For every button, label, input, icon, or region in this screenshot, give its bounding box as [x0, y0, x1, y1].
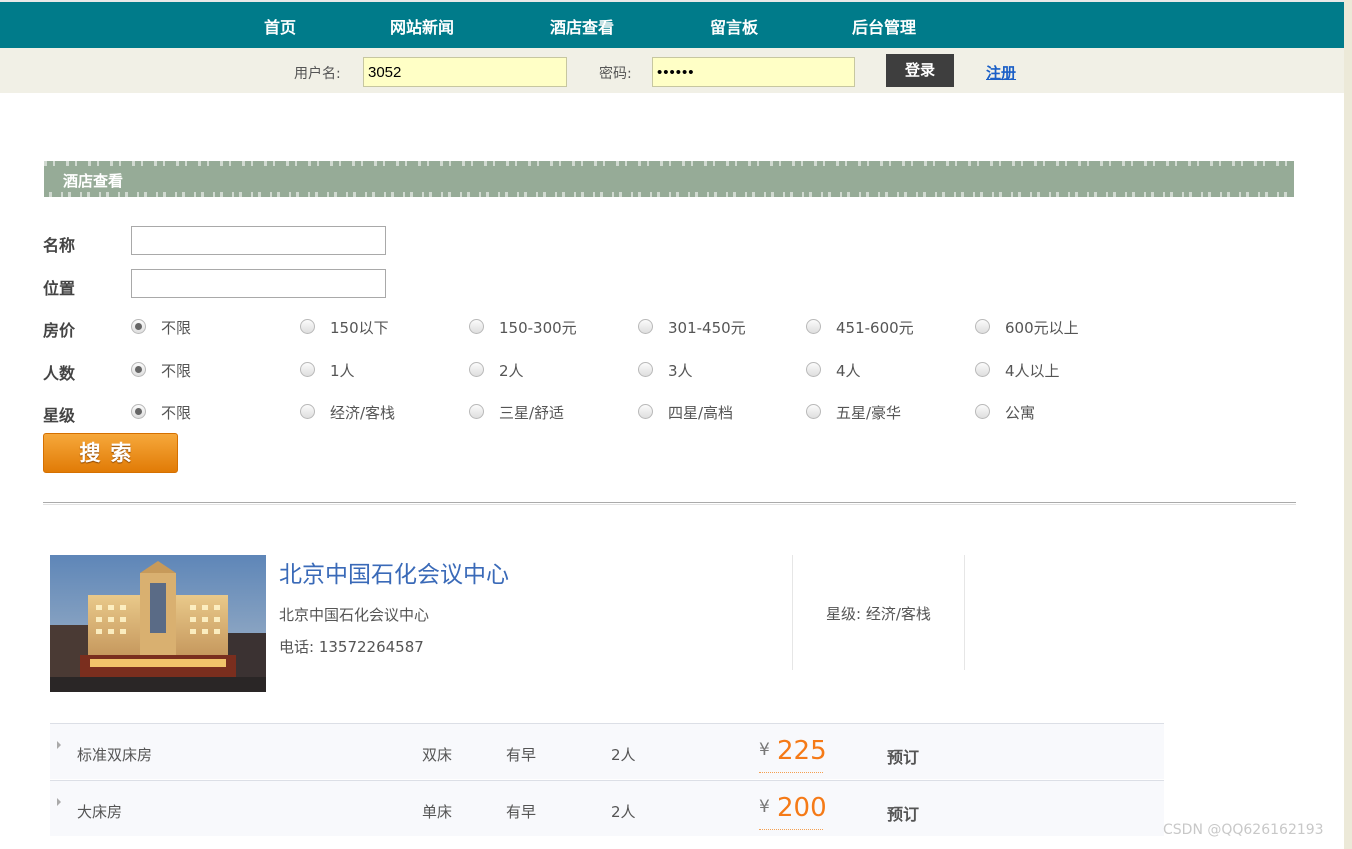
- room-row: 标准双床房 双床 有早 2人 ¥ 225 预订: [50, 723, 1164, 779]
- username-input[interactable]: [363, 57, 567, 87]
- register-link[interactable]: 注册: [986, 62, 1016, 83]
- radio-selected-icon[interactable]: [131, 404, 146, 419]
- radio-icon[interactable]: [806, 404, 821, 419]
- hotel-building-image: [50, 555, 266, 692]
- radio-icon[interactable]: [975, 319, 990, 334]
- radio-selected-icon[interactable]: [131, 319, 146, 334]
- radio-icon[interactable]: [469, 362, 484, 377]
- people-label: 人数: [43, 364, 76, 383]
- window-scrollbar[interactable]: [1344, 0, 1352, 849]
- book-button[interactable]: 预订: [887, 801, 919, 825]
- radio-icon[interactable]: [638, 404, 653, 419]
- room-row: 大床房 单床 有早 2人 ¥ 200 预订: [50, 780, 1164, 836]
- star-label: 星级: [43, 406, 76, 425]
- section-title: 酒店查看: [63, 172, 124, 190]
- nav-hotels[interactable]: 酒店查看: [550, 14, 614, 38]
- room-name: 大床房: [77, 803, 123, 821]
- price-underline: [759, 829, 823, 830]
- radio-icon[interactable]: [469, 319, 484, 334]
- price-underline: [759, 772, 823, 773]
- radio-icon[interactable]: [469, 404, 484, 419]
- radio-icon[interactable]: [638, 319, 653, 334]
- watermark: CSDN @QQ626162193: [1163, 822, 1324, 838]
- hotel-photo[interactable]: [50, 555, 266, 692]
- username-label: 用户名:: [294, 66, 341, 82]
- location-label: 位置: [43, 279, 76, 298]
- radio-icon[interactable]: [975, 404, 990, 419]
- room-breakfast: 有早: [506, 746, 537, 764]
- radio-icon[interactable]: [806, 362, 821, 377]
- login-bar: 用户名: 密码: 登录 注册: [0, 48, 1344, 93]
- login-button[interactable]: 登录: [886, 54, 954, 87]
- bullet-icon: [57, 741, 61, 749]
- room-name: 标准双床房: [77, 746, 153, 764]
- name-input[interactable]: [131, 226, 386, 255]
- currency-symbol: ¥: [759, 740, 770, 760]
- divider: [43, 502, 1296, 505]
- section-header: 酒店查看: [44, 161, 1294, 197]
- room-price: 225: [777, 736, 827, 766]
- radio-icon[interactable]: [975, 362, 990, 377]
- room-people: 2人: [611, 746, 636, 764]
- hotel-address: 北京中国石化会议中心: [279, 606, 430, 624]
- room-breakfast: 有早: [506, 803, 537, 821]
- divider: [964, 555, 965, 670]
- password-label: 密码:: [599, 66, 632, 82]
- nav-news[interactable]: 网站新闻: [390, 14, 454, 38]
- radio-icon[interactable]: [638, 362, 653, 377]
- price-label: 房价: [43, 321, 76, 340]
- location-input[interactable]: [131, 269, 386, 298]
- room-price: 200: [777, 793, 827, 823]
- nav-guestbook[interactable]: 留言板: [710, 14, 758, 38]
- hotel-name-link[interactable]: 北京中国石化会议中心: [279, 555, 509, 589]
- bullet-icon: [57, 798, 61, 806]
- password-input[interactable]: [652, 57, 855, 87]
- currency-symbol: ¥: [759, 797, 770, 817]
- radio-icon[interactable]: [300, 319, 315, 334]
- top-nav: 首页 网站新闻 酒店查看 留言板 后台管理: [0, 0, 1344, 48]
- room-people: 2人: [611, 803, 636, 821]
- radio-icon[interactable]: [300, 404, 315, 419]
- divider: [792, 555, 793, 670]
- search-button[interactable]: 搜索: [43, 433, 178, 473]
- book-button[interactable]: 预订: [887, 744, 919, 768]
- room-bed: 单床: [422, 803, 453, 821]
- room-bed: 双床: [422, 746, 453, 764]
- radio-selected-icon[interactable]: [131, 362, 146, 377]
- hotel-phone: 电话: 13572264587: [279, 638, 424, 656]
- nav-home[interactable]: 首页: [264, 14, 296, 38]
- radio-icon[interactable]: [806, 319, 821, 334]
- name-label: 名称: [43, 236, 76, 255]
- hotel-star-rating: 星级: 经济/客栈: [826, 605, 931, 623]
- radio-icon[interactable]: [300, 362, 315, 377]
- nav-admin[interactable]: 后台管理: [852, 14, 916, 38]
